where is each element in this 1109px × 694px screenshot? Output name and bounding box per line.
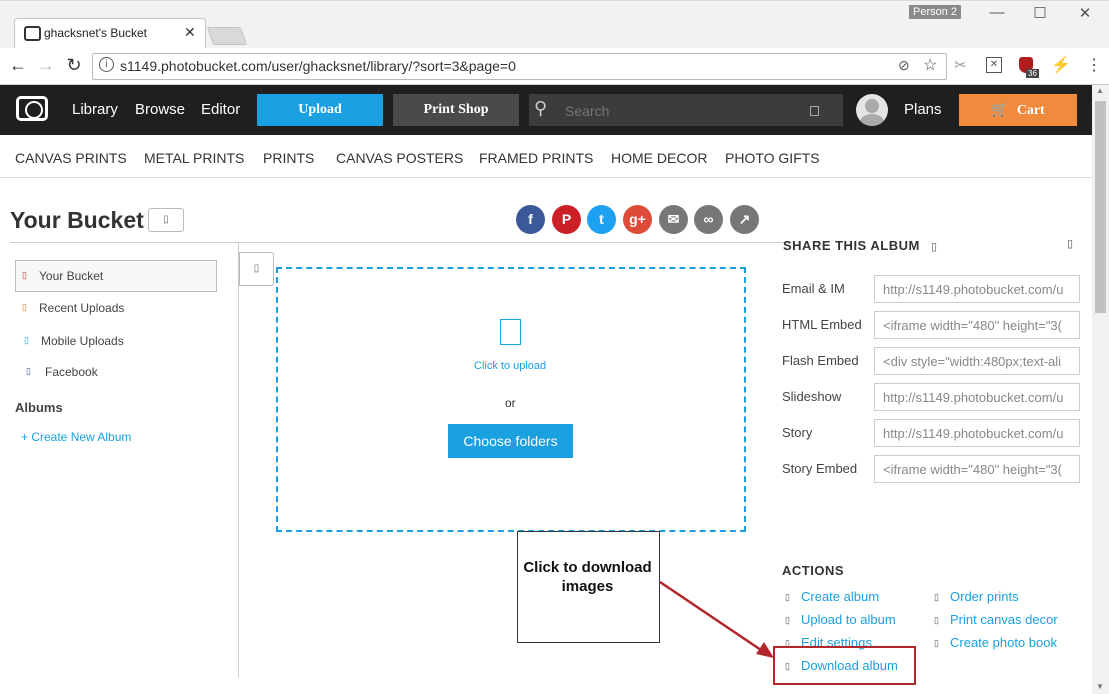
bookmark-star-icon[interactable]: ☆ — [923, 55, 937, 75]
sidebar-label: Your Bucket — [39, 269, 104, 283]
create-new-album-link[interactable]: + Create New Album — [21, 430, 131, 444]
page-title: Your Bucket — [10, 207, 144, 233]
facebook-share-icon[interactable]: f — [516, 205, 545, 234]
upload-to-album-icon: ▯ — [785, 615, 790, 625]
scroll-down-icon[interactable]: ▼ — [1096, 682, 1104, 691]
mobile-uploads-icon: ▯ — [24, 335, 29, 345]
nav-editor[interactable]: Editor — [201, 101, 240, 118]
view-toggle-button[interactable]: ▯ — [239, 252, 274, 286]
scroll-up-icon[interactable]: ▲ — [1096, 86, 1104, 95]
order-prints-icon: ▯ — [934, 592, 939, 602]
search-input[interactable] — [563, 100, 807, 122]
nav-plans[interactable]: Plans — [904, 101, 942, 118]
print-shop-button[interactable]: Print Shop — [393, 94, 519, 126]
share-label-html-embed: HTML Embed — [782, 317, 862, 332]
cart-icon: 🛒 — [991, 102, 1009, 118]
divider — [10, 242, 790, 243]
back-icon[interactable]: ← — [8, 55, 28, 76]
category-framed-prints[interactable]: FRAMED PRINTS — [479, 150, 593, 166]
nav-browse[interactable]: Browse — [135, 101, 185, 118]
share-slideshow-field[interactable] — [874, 383, 1080, 411]
forward-icon[interactable]: → — [36, 55, 56, 76]
url-text[interactable]: s1149.photobucket.com/user/ghacksnet/lib… — [120, 58, 516, 74]
tab-close-icon[interactable]: ✕ — [184, 24, 196, 41]
category-photo-gifts[interactable]: PHOTO GIFTS — [725, 150, 820, 166]
email-share-icon[interactable]: ✉ — [659, 205, 688, 234]
share-info-icon[interactable]: ▯ — [931, 240, 937, 253]
download-album-highlight — [773, 646, 916, 685]
order-prints-link[interactable]: Order prints — [950, 589, 1019, 604]
facebook-icon: ▯ — [26, 366, 31, 376]
link-share-icon[interactable]: ∞ — [694, 205, 723, 234]
reload-icon[interactable]: ↻ — [64, 55, 84, 76]
sidebar-item-recent-uploads[interactable]: Recent Uploads — [39, 301, 124, 315]
search-options-icon[interactable] — [810, 106, 819, 116]
twitter-share-icon[interactable]: t — [587, 205, 616, 234]
share-flash-embed-field[interactable] — [874, 347, 1080, 375]
share-label-story-embed: Story Embed — [782, 461, 858, 476]
blocked-content-icon[interactable]: ⊘ — [898, 57, 910, 74]
profile-badge[interactable]: Person 2 — [909, 5, 961, 19]
category-metal-prints[interactable]: METAL PRINTS — [144, 150, 244, 166]
choose-folders-button[interactable]: Choose folders — [448, 424, 573, 458]
scrollbar-thumb[interactable] — [1095, 101, 1106, 313]
share-story-embed-field[interactable] — [874, 455, 1080, 483]
search-icon: ⚲ — [534, 98, 548, 118]
bucket-icon: ▯ — [22, 270, 27, 280]
share-label-email: Email & IM — [782, 281, 845, 296]
click-to-upload-link[interactable]: Click to upload — [474, 360, 546, 372]
photobucket-logo-icon[interactable] — [16, 96, 48, 121]
or-text: or — [505, 396, 516, 410]
share-icon[interactable]: ↗ — [730, 205, 759, 234]
create-photo-book-icon: ▯ — [934, 638, 939, 648]
cart-button[interactable]: 🛒 Cart — [959, 94, 1077, 126]
actions-heading: ACTIONS — [782, 563, 844, 578]
title-options-button[interactable]: ▯ — [148, 208, 184, 232]
google-plus-share-icon[interactable]: g+ — [623, 205, 652, 234]
photobucket-favicon-icon — [24, 26, 41, 41]
category-canvas-posters[interactable]: CANVAS POSTERS — [336, 150, 463, 166]
share-label-story: Story — [782, 425, 813, 440]
category-home-decor[interactable]: HOME DECOR — [611, 150, 707, 166]
create-album-icon: ▯ — [785, 592, 790, 602]
share-story-field[interactable] — [874, 419, 1080, 447]
pinterest-share-icon[interactable]: P — [552, 205, 581, 234]
lightning-extension-icon[interactable]: ⚡ — [1051, 55, 1071, 75]
sidebar-item-facebook[interactable]: Facebook — [45, 365, 98, 379]
minimize-icon[interactable]: — — [983, 4, 1011, 21]
close-window-icon[interactable]: ✕ — [1071, 4, 1099, 22]
ublock-badge: 36 — [1026, 69, 1039, 78]
upload-button[interactable]: Upload — [257, 94, 383, 126]
upload-file-icon[interactable] — [500, 319, 521, 345]
collapse-panel-icon[interactable]: ▯ — [1067, 237, 1073, 250]
share-label-flash-embed: Flash Embed — [782, 353, 859, 368]
cart-label: Cart — [1016, 102, 1045, 118]
create-photo-book-link[interactable]: Create photo book — [950, 635, 1057, 650]
recent-uploads-icon: ▯ — [22, 302, 27, 312]
extension-box-icon[interactable]: ✕ — [986, 57, 1002, 73]
new-tab-button[interactable] — [206, 27, 248, 45]
info-icon[interactable]: i — [99, 57, 114, 72]
share-label-slideshow: Slideshow — [782, 389, 842, 404]
upload-to-album-link[interactable]: Upload to album — [801, 612, 896, 627]
maximize-icon[interactable]: ☐ — [1026, 4, 1054, 22]
callout-text: Click to download images — [523, 559, 652, 595]
share-album-heading: SHARE THIS ALBUM — [783, 238, 920, 253]
nav-library[interactable]: Library — [72, 101, 118, 118]
extension-scissors-icon[interactable]: ✂ — [954, 56, 967, 74]
create-album-link[interactable]: Create album — [801, 589, 879, 604]
sidebar-item-mobile-uploads[interactable]: Mobile Uploads — [41, 334, 124, 348]
avatar[interactable] — [856, 94, 888, 126]
annotation-arrow-icon — [659, 580, 774, 658]
tab-title: ghacksnet's Bucket — [44, 26, 148, 40]
print-canvas-decor-icon: ▯ — [934, 615, 939, 625]
albums-heading: Albums — [15, 400, 63, 415]
share-html-embed-field[interactable] — [874, 311, 1080, 339]
print-canvas-decor-link[interactable]: Print canvas decor — [950, 612, 1058, 627]
share-email-field[interactable] — [874, 275, 1080, 303]
menu-icon[interactable]: ⋮ — [1086, 55, 1102, 75]
category-prints[interactable]: PRINTS — [263, 150, 314, 166]
category-canvas-prints[interactable]: CANVAS PRINTS — [15, 150, 127, 166]
divider — [238, 242, 239, 678]
